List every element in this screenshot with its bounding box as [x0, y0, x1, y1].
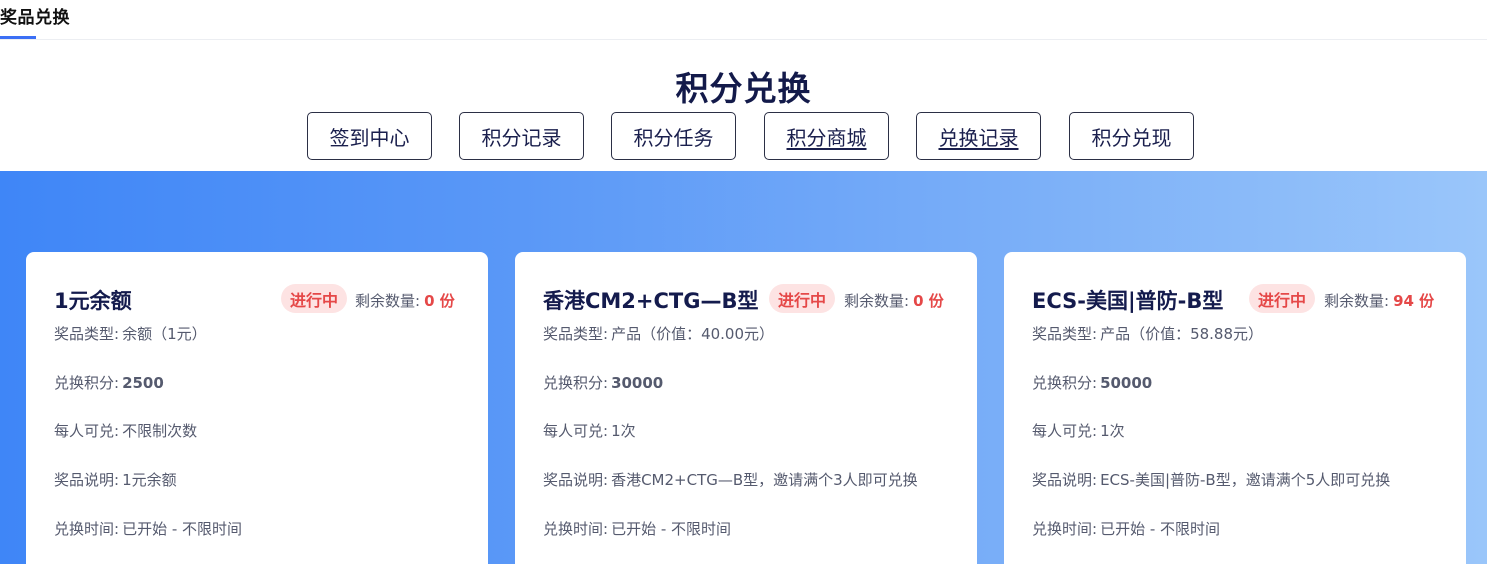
points-value: 30000 [611, 374, 664, 392]
prize-type-value: 余额（1元） [122, 325, 207, 343]
description-row: 奖品说明: 1元余额 [54, 469, 177, 490]
limit-row: 每人可兑: 1次 [543, 420, 636, 441]
points-label: 兑换积分: [543, 374, 609, 392]
limit-value: 不限制次数 [122, 422, 198, 440]
prize-card[interactable]: 1元余额 进行中 剩余数量: 0 份 奖品类型: 余额（1元） 兑换积分: 2500 … [26, 252, 488, 582]
remaining-label: 剩余数量: [844, 292, 910, 310]
limit-label: 每人可兑: [543, 422, 609, 440]
description-row: 奖品说明: ECS-美国|普防-B型，邀请满个5人即可兑换 [1032, 469, 1390, 490]
prize-name: ECS-美国|普防-B型 [1032, 289, 1224, 313]
time-value: 已开始 - 不限时间 [122, 520, 243, 538]
remaining-label: 剩余数量: [355, 292, 421, 310]
description-label: 奖品说明: [54, 471, 120, 489]
prize-type-label: 奖品类型: [543, 325, 609, 343]
nav-button-label: 积分兑现 [1091, 125, 1172, 150]
points-value: 2500 [122, 374, 164, 392]
status-badge: 进行中 [281, 284, 348, 313]
prize-type-row: 奖品类型: 产品（价值：58.88元） [1032, 323, 1263, 344]
limit-label: 每人可兑: [1032, 422, 1098, 440]
description-label: 奖品说明: [1032, 471, 1098, 489]
top-tab-bar: 奖品兑换 [0, 0, 1487, 40]
remaining-value: 94 份 [1393, 292, 1435, 310]
prize-card[interactable]: 香港CM2+CTG—B型 进行中 剩余数量: 0 份 奖品类型: 产品（价值：40.… [515, 252, 977, 582]
limit-value: 1次 [1100, 422, 1125, 440]
active-tab-indicator [0, 36, 36, 39]
remaining-count: 剩余数量: 94 份 [1324, 290, 1434, 311]
nav-button-label: 积分任务 [633, 125, 714, 150]
nav-button-points-records[interactable]: 积分记录 [459, 112, 584, 160]
description-row: 奖品说明: 香港CM2+CTG—B型，邀请满个3人即可兑换 [543, 469, 918, 490]
remaining-value: 0 份 [913, 292, 944, 310]
prize-name: 1元余额 [54, 289, 132, 313]
remaining-value: 0 份 [424, 292, 455, 310]
tab-prize-exchange[interactable]: 奖品兑换 [0, 3, 70, 28]
prize-type-row: 奖品类型: 余额（1元） [54, 323, 207, 344]
prize-type-value: 产品（价值：58.88元） [1100, 325, 1264, 343]
time-row: 兑换时间: 已开始 - 不限时间 [54, 518, 242, 539]
nav-button-label: 签到中心 [329, 125, 410, 150]
prize-type-value: 产品（价值：40.00元） [611, 325, 775, 343]
time-label: 兑换时间: [1032, 520, 1098, 538]
limit-row: 每人可兑: 1次 [1032, 420, 1125, 441]
remaining-label: 剩余数量: [1324, 292, 1390, 310]
prize-type-label: 奖品类型: [54, 325, 120, 343]
points-row: 兑换积分: 30000 [543, 372, 663, 393]
prize-card[interactable]: ECS-美国|普防-B型 进行中 剩余数量: 94 份 奖品类型: 产品（价值：58… [1004, 252, 1466, 582]
points-row: 兑换积分: 50000 [1032, 372, 1152, 393]
time-row: 兑换时间: 已开始 - 不限时间 [543, 518, 731, 539]
description-value: ECS-美国|普防-B型，邀请满个5人即可兑换 [1100, 471, 1391, 489]
points-label: 兑换积分: [1032, 374, 1098, 392]
time-row: 兑换时间: 已开始 - 不限时间 [1032, 518, 1220, 539]
nav-button-label: 兑换记录 [938, 125, 1019, 150]
remaining-count: 剩余数量: 0 份 [355, 290, 455, 311]
description-value: 香港CM2+CTG—B型，邀请满个3人即可兑换 [611, 471, 918, 489]
time-value: 已开始 - 不限时间 [1100, 520, 1221, 538]
nav-button-points-mall[interactable]: 积分商城 [764, 112, 889, 160]
nav-button-label: 积分商城 [786, 125, 867, 150]
limit-row: 每人可兑: 不限制次数 [54, 420, 197, 441]
nav-button-exchange-records[interactable]: 兑换记录 [916, 112, 1041, 160]
time-label: 兑换时间: [543, 520, 609, 538]
prize-name: 香港CM2+CTG—B型 [543, 289, 759, 313]
limit-label: 每人可兑: [54, 422, 120, 440]
page-title: 积分兑换 [675, 69, 812, 108]
limit-value: 1次 [611, 422, 636, 440]
time-value: 已开始 - 不限时间 [611, 520, 732, 538]
nav-button-checkin-center[interactable]: 签到中心 [307, 112, 432, 160]
points-label: 兑换积分: [54, 374, 120, 392]
status-badge: 进行中 [1249, 284, 1316, 313]
points-value: 50000 [1100, 374, 1153, 392]
nav-button-label: 积分记录 [481, 125, 562, 150]
remaining-count: 剩余数量: 0 份 [844, 290, 944, 311]
points-row: 兑换积分: 2500 [54, 372, 164, 393]
time-label: 兑换时间: [54, 520, 120, 538]
description-label: 奖品说明: [543, 471, 609, 489]
prize-type-label: 奖品类型: [1032, 325, 1098, 343]
nav-button-points-tasks[interactable]: 积分任务 [611, 112, 736, 160]
prize-type-row: 奖品类型: 产品（价值：40.00元） [543, 323, 774, 344]
status-badge: 进行中 [769, 284, 836, 313]
nav-button-points-cashout[interactable]: 积分兑现 [1069, 112, 1194, 160]
description-value: 1元余额 [122, 471, 177, 489]
